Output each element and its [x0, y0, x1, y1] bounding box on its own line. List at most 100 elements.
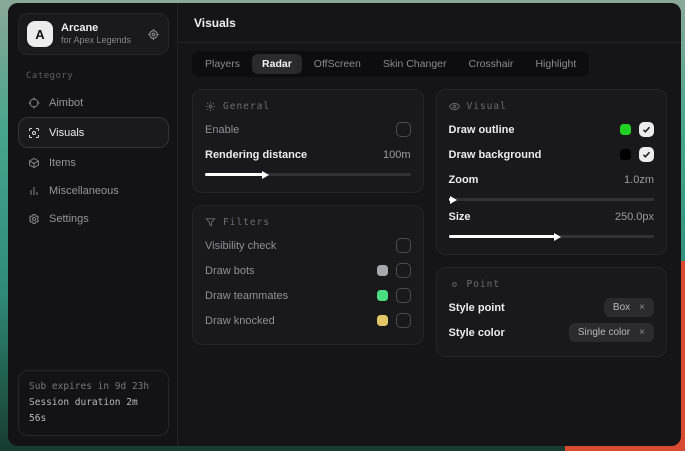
content-area: General Enable Rendering distance 100m [178, 79, 681, 446]
enable-row: Enable [205, 118, 411, 141]
general-card-title: General [223, 101, 270, 112]
draw-outline-label: Draw outline [449, 124, 515, 136]
draw-knocked-label: Draw knocked [205, 315, 275, 327]
draw-bots-color-swatch[interactable] [377, 265, 388, 276]
size-row: Size 250.0px [449, 205, 655, 228]
sidebar-item-items[interactable]: Items [18, 149, 169, 176]
page-header: Visuals [178, 3, 681, 43]
sidebar-item-label: Aimbot [49, 97, 83, 109]
filters-card-header: Filters [205, 217, 411, 228]
package-icon [28, 157, 40, 169]
general-card: General Enable Rendering distance 100m [192, 89, 424, 193]
app-subtitle: for Apex Legends [61, 35, 139, 46]
bars-icon [28, 185, 40, 197]
app-logo: A [27, 21, 53, 47]
tab-bar: Players Radar OffScreen Skin Changer Cro… [192, 51, 589, 77]
tab-skin-changer[interactable]: Skin Changer [373, 54, 457, 74]
filters-card-title: Filters [223, 217, 270, 228]
gear-icon [28, 213, 40, 225]
session-duration-text: Session duration 2m 56s [29, 395, 158, 427]
point-card-header: Point [449, 279, 655, 290]
style-point-label: Style point [449, 302, 505, 314]
app-title: Arcane [61, 22, 139, 36]
sidebar-item-aimbot[interactable]: Aimbot [18, 89, 169, 116]
crosshair-icon [28, 97, 40, 109]
zoom-slider[interactable] [449, 198, 655, 201]
draw-knocked-color-swatch[interactable] [377, 315, 388, 326]
eye-icon [449, 101, 460, 112]
zoom-row: Zoom 1.0zm [449, 168, 655, 191]
funnel-icon [205, 217, 216, 228]
sidebar-item-label: Items [49, 157, 76, 169]
page-title: Visuals [194, 16, 665, 30]
style-point-value: Box [613, 302, 630, 313]
clear-icon[interactable]: × [639, 327, 645, 338]
size-value: 250.0px [615, 211, 654, 223]
visual-card-header: Visual [449, 101, 655, 112]
eye-scan-icon [28, 127, 40, 139]
enable-checkbox[interactable] [396, 122, 411, 137]
sidebar-item-visuals[interactable]: Visuals [18, 117, 169, 148]
style-point-select[interactable]: Box × [604, 298, 654, 317]
visibility-check-label: Visibility check [205, 240, 276, 252]
sidebar-item-label: Settings [49, 213, 89, 225]
tab-highlight[interactable]: Highlight [525, 54, 586, 74]
clear-icon[interactable]: × [639, 302, 645, 313]
slider-fill [449, 235, 556, 238]
tab-players[interactable]: Players [195, 54, 250, 74]
draw-teammates-label: Draw teammates [205, 290, 288, 302]
sidebar: A Arcane for Apex Legends Category Aimbo… [8, 3, 178, 446]
sidebar-item-miscellaneous[interactable]: Miscellaneous [18, 177, 169, 204]
draw-knocked-checkbox[interactable] [396, 313, 411, 328]
enable-label: Enable [205, 124, 239, 136]
sub-expires-text: Sub expires in 9d 23h [29, 379, 158, 395]
draw-bots-checkbox[interactable] [396, 263, 411, 278]
zoom-value: 1.0zm [624, 174, 654, 186]
sidebar-item-label: Miscellaneous [49, 185, 119, 197]
app-header-card: A Arcane for Apex Legends [18, 13, 169, 55]
size-slider[interactable] [449, 235, 655, 238]
style-color-row: Style color Single color × [449, 321, 655, 344]
gear-icon[interactable] [147, 28, 160, 41]
right-column: Visual Draw outline Draw background [436, 89, 668, 357]
draw-background-color-swatch[interactable] [620, 149, 631, 160]
draw-background-label: Draw background [449, 149, 542, 161]
tab-offscreen[interactable]: OffScreen [304, 54, 371, 74]
style-point-row: Style point Box × [449, 296, 655, 319]
draw-outline-row: Draw outline [449, 118, 655, 141]
sidebar-item-label: Visuals [49, 127, 84, 139]
app-names: Arcane for Apex Legends [61, 22, 139, 47]
slider-fill [449, 198, 451, 201]
rendering-distance-slider[interactable] [205, 173, 411, 176]
visual-card-title: Visual [467, 101, 507, 112]
visibility-check-checkbox[interactable] [396, 238, 411, 253]
rendering-distance-value: 100m [383, 149, 411, 161]
slider-fill [205, 173, 263, 176]
style-color-select[interactable]: Single color × [569, 323, 654, 342]
rendering-distance-label: Rendering distance [205, 149, 307, 161]
draw-teammates-checkbox[interactable] [396, 288, 411, 303]
visual-card: Visual Draw outline Draw background [436, 89, 668, 255]
draw-outline-color-swatch[interactable] [620, 124, 631, 135]
tab-radar[interactable]: Radar [252, 54, 302, 74]
size-label: Size [449, 211, 471, 223]
draw-background-checkbox[interactable] [639, 147, 654, 162]
tab-crosshair[interactable]: Crosshair [459, 54, 524, 74]
rendering-distance-row: Rendering distance 100m [205, 143, 411, 166]
draw-teammates-row: Draw teammates [205, 284, 411, 307]
draw-teammates-color-swatch[interactable] [377, 290, 388, 301]
subscription-card: Sub expires in 9d 23h Session duration 2… [18, 370, 169, 436]
gear-icon [205, 101, 216, 112]
draw-bots-row: Draw bots [205, 259, 411, 282]
point-card-title: Point [467, 279, 501, 290]
sidebar-item-settings[interactable]: Settings [18, 205, 169, 232]
category-label: Category [26, 71, 169, 81]
general-card-header: General [205, 101, 411, 112]
draw-bots-label: Draw bots [205, 265, 255, 277]
draw-background-row: Draw background [449, 143, 655, 166]
draw-outline-checkbox[interactable] [639, 122, 654, 137]
style-color-value: Single color [578, 327, 630, 338]
point-card: Point Style point Box × Style color Sing… [436, 267, 668, 357]
main-panel: Visuals Players Radar OffScreen Skin Cha… [178, 3, 681, 446]
draw-knocked-row: Draw knocked [205, 309, 411, 332]
